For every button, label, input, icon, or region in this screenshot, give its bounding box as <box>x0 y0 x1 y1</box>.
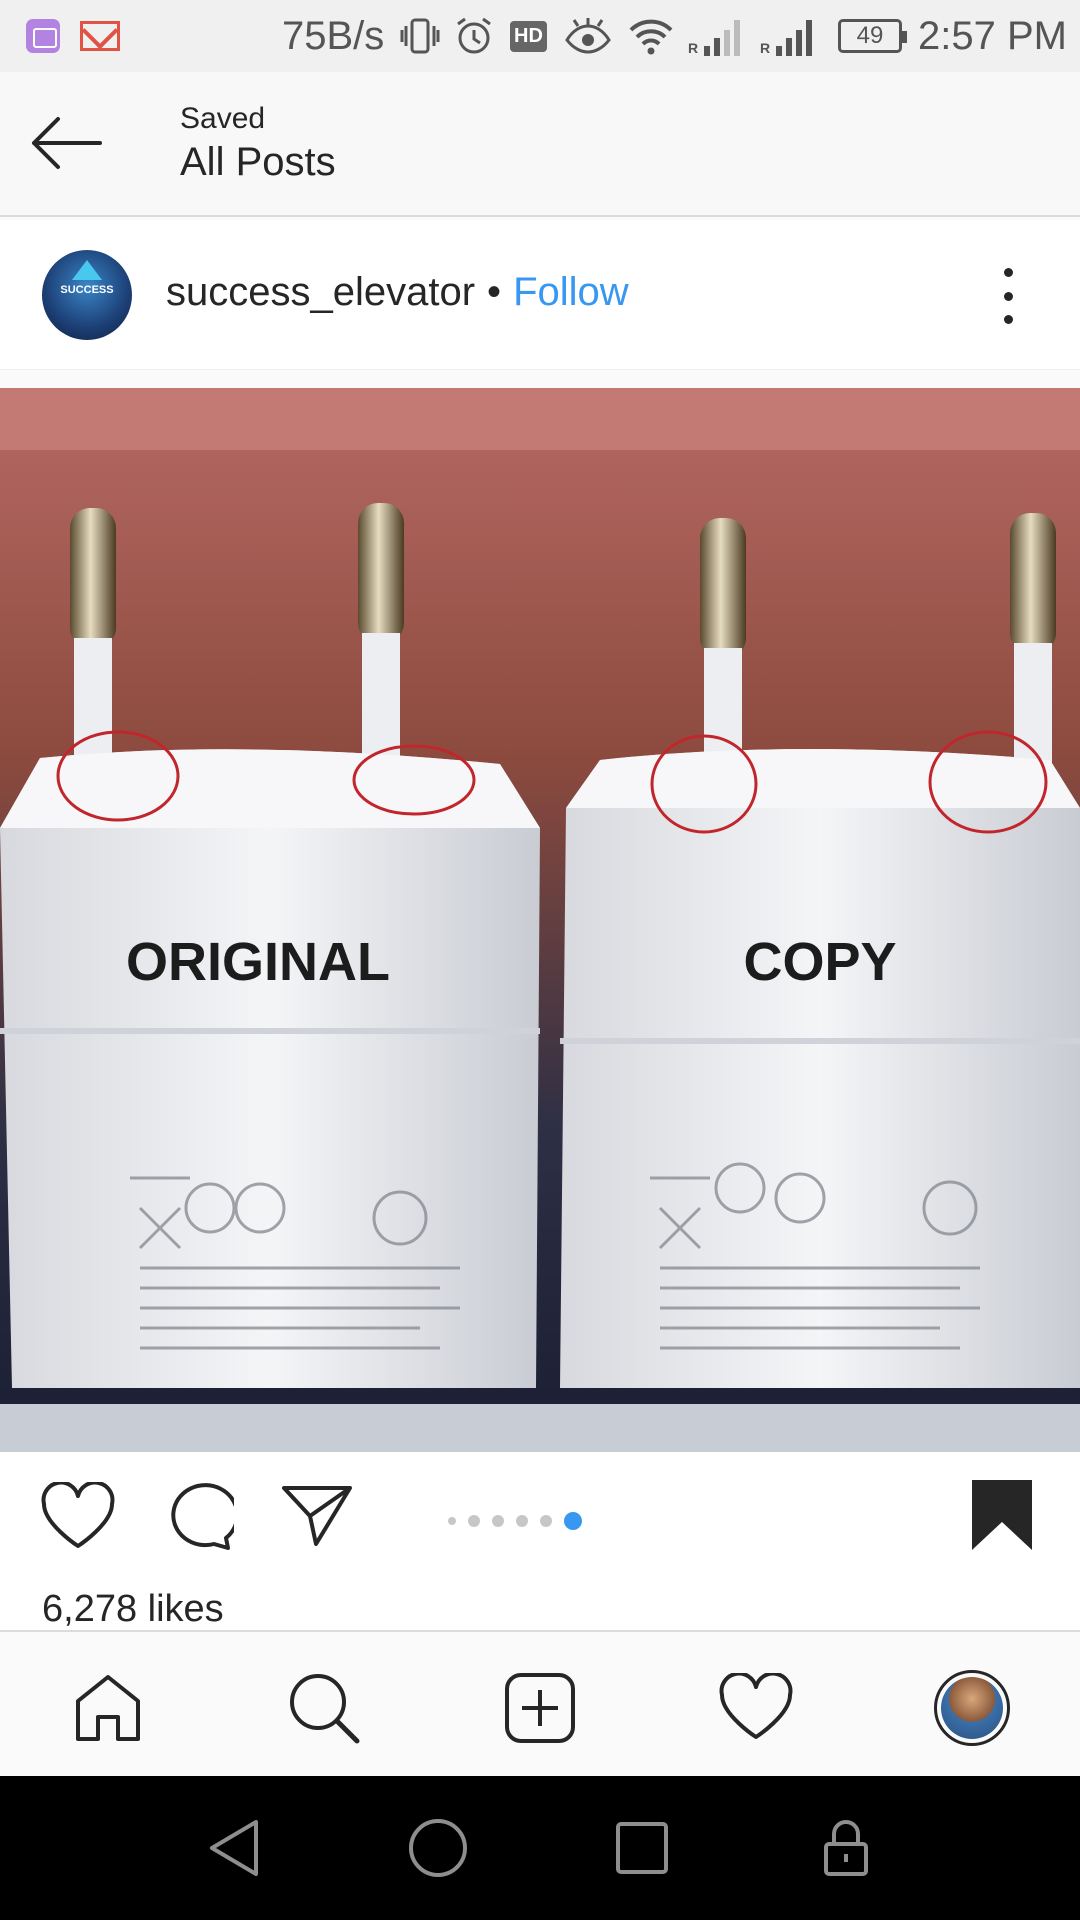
clock: 2:57 PM <box>918 13 1067 58</box>
gallery-notification-icon <box>26 0 60 72</box>
system-home-button[interactable] <box>402 1812 474 1884</box>
separator-dot: • <box>487 270 502 314</box>
share-button[interactable] <box>280 1482 354 1553</box>
arrow-left-icon <box>32 117 102 169</box>
send-icon <box>282 1486 352 1546</box>
page-title: All Posts <box>180 140 336 184</box>
post-header: SUCCESS success_elevator • Follow <box>0 220 1080 370</box>
carousel-indicator <box>448 1512 582 1530</box>
eye-comfort-icon <box>564 0 612 72</box>
back-button[interactable] <box>28 108 108 178</box>
profile-avatar <box>934 1670 1010 1746</box>
carousel-dot <box>492 1515 504 1527</box>
carousel-dot-active <box>564 1512 582 1530</box>
carousel-dot <box>468 1515 480 1527</box>
header-subtitle: Saved <box>180 102 266 135</box>
battery-indicator: 49 <box>838 0 907 72</box>
carousel-dot <box>516 1515 528 1527</box>
nav-new-post-button[interactable] <box>500 1668 580 1748</box>
nav-home-button[interactable] <box>68 1668 148 1748</box>
nav-search-button[interactable] <box>284 1668 364 1748</box>
gmail-notification-icon <box>80 0 120 72</box>
carousel-dot <box>448 1517 456 1525</box>
system-recents-button[interactable] <box>606 1812 678 1884</box>
comment-button[interactable] <box>162 1482 240 1557</box>
image-label-original: ORIGINAL <box>126 932 390 992</box>
vibrate-icon <box>400 0 440 72</box>
home-icon <box>76 1675 140 1741</box>
post-author-username[interactable]: success_elevator <box>166 270 475 315</box>
signal-2-icon: R <box>760 0 813 72</box>
search-icon <box>290 1674 360 1744</box>
bottom-navigation <box>0 1630 1080 1776</box>
comment-icon <box>171 1483 240 1550</box>
post-author-row: success_elevator • Follow <box>166 270 629 315</box>
more-vertical-icon <box>1003 268 1013 277</box>
system-back-button[interactable] <box>198 1812 270 1884</box>
circle-home-icon <box>409 1819 467 1877</box>
screen-lock-button[interactable] <box>810 1812 882 1884</box>
more-options-button[interactable] <box>990 268 1026 324</box>
follow-button[interactable]: Follow <box>513 270 629 315</box>
nav-activity-button[interactable] <box>716 1668 796 1748</box>
heart-icon <box>719 1673 793 1739</box>
plus-square-icon <box>505 1673 575 1743</box>
bookmark-filled-icon <box>972 1480 1032 1550</box>
lock-icon <box>824 1820 868 1876</box>
hd-icon: HD <box>510 0 547 72</box>
wifi-icon <box>628 0 674 72</box>
carousel-dot <box>540 1515 552 1527</box>
like-button[interactable] <box>40 1480 116 1557</box>
nav-profile-button[interactable] <box>932 1668 1012 1748</box>
network-speed: 75B/s <box>282 13 385 58</box>
save-button[interactable] <box>970 1478 1034 1557</box>
post-actions: 6,278 likes <box>0 1452 1080 1632</box>
status-bar: 75B/s HD R R 49 2:57 PM <box>0 0 1080 72</box>
image-label-copy: COPY <box>743 932 896 992</box>
system-navigation-bar <box>0 1776 1080 1920</box>
alarm-icon <box>454 0 494 72</box>
signal-1-icon: R <box>688 0 741 72</box>
post-image[interactable]: ORIGINAL COPY <box>0 388 1080 1452</box>
post-author-avatar[interactable]: SUCCESS <box>42 250 132 340</box>
heart-icon <box>41 1480 115 1548</box>
app-header: Saved All Posts <box>0 72 1080 217</box>
triangle-back-icon <box>210 1820 258 1876</box>
likes-count[interactable]: 6,278 likes <box>42 1588 224 1631</box>
square-recents-icon <box>616 1822 668 1874</box>
